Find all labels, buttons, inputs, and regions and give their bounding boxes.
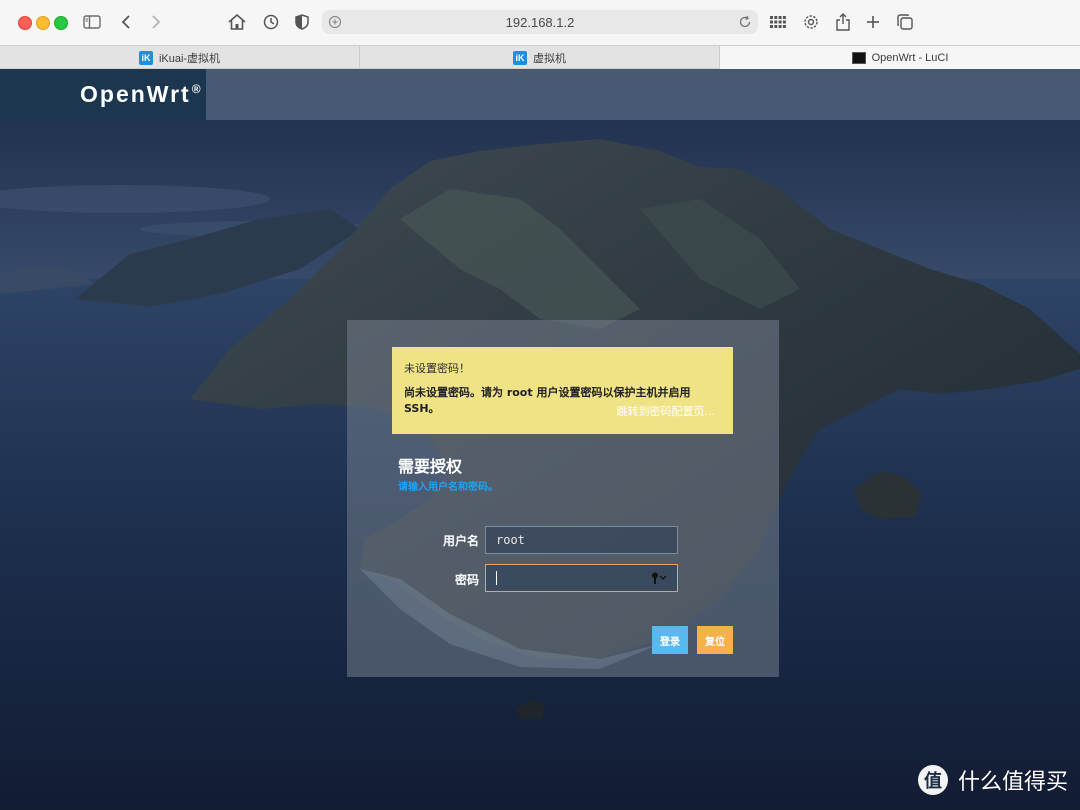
openwrt-brand[interactable]: OpenWrt® — [0, 69, 206, 120]
username-value: root — [496, 533, 525, 547]
registered-mark: ® — [191, 82, 203, 97]
username-label: 用户名 — [442, 534, 479, 548]
reload-icon[interactable] — [738, 15, 752, 32]
password-label: 密码 — [454, 573, 479, 587]
browser-toolbar: 192.168.1.2 — [0, 0, 1080, 45]
history-icon[interactable] — [259, 10, 283, 34]
sidebar-icon[interactable] — [80, 10, 104, 34]
settings-gear-icon[interactable] — [799, 10, 823, 34]
zoom-window-button[interactable] — [54, 16, 68, 30]
openwrt-icon — [851, 51, 866, 64]
password-autofill-key-icon[interactable] — [651, 571, 667, 585]
share-icon[interactable] — [831, 10, 855, 34]
auth-title: 需要授权 — [398, 457, 463, 476]
no-password-alert: 未设置密码！ 尚未设置密码。请为 root 用户设置密码以保护主机并启用 SSH… — [392, 347, 733, 434]
password-input[interactable] — [485, 564, 678, 592]
alert-title: 未设置密码！ — [404, 362, 470, 375]
login-panel: 未设置密码！ 尚未设置密码。请为 root 用户设置密码以保护主机并启用 SSH… — [347, 320, 779, 677]
ikuai-icon: iK — [138, 50, 153, 65]
openwrt-page: OpenWrt® 未设置密码！ 尚未设置密码。请为 root 用户设置密码以保护… — [0, 69, 1080, 810]
close-window-button[interactable] — [18, 16, 32, 30]
privacy-shield-icon[interactable] — [290, 10, 314, 34]
smzdm-logo-icon: 值 — [917, 765, 948, 795]
openwrt-header: OpenWrt® — [0, 69, 1080, 120]
login-button[interactable]: 登录 — [652, 626, 688, 654]
watermark-text: 什么值得买 — [957, 770, 1068, 795]
auth-hint: 请输入用户名和密码。 — [398, 482, 498, 493]
ikuai-icon: iK — [513, 50, 527, 65]
tab-openwrt-luci[interactable]: OpenWrt - LuCI — [720, 46, 1080, 69]
tab-ikuai-vm[interactable]: iK iKuai-虚拟机 — [0, 46, 360, 69]
site-info-icon[interactable] — [328, 15, 342, 32]
tab-overview-icon[interactable] — [893, 10, 917, 34]
smzdm-watermark: 值 什么值得买 — [917, 764, 1068, 796]
tab-label: 虚拟机 — [533, 52, 566, 65]
forward-icon[interactable] — [144, 10, 168, 34]
home-icon[interactable] — [225, 10, 249, 34]
extensions-grid-icon[interactable] — [766, 10, 790, 34]
tab-label: OpenWrt - LuCI — [871, 51, 949, 64]
new-tab-plus-icon[interactable] — [861, 10, 885, 34]
back-icon[interactable] — [114, 10, 138, 34]
reset-button[interactable]: 复位 — [697, 626, 733, 654]
tab-label: iKuai-虚拟机 — [158, 52, 221, 65]
address-text: 192.168.1.2 — [505, 14, 575, 30]
text-caret — [496, 571, 497, 585]
minimize-window-button[interactable] — [36, 16, 50, 30]
password-config-link[interactable]: 跳转到密码配置页... — [617, 403, 716, 419]
username-input[interactable]: root — [485, 526, 678, 554]
tab-bar: iK iKuai-虚拟机 iK 虚拟机 OpenWrt - LuCI — [0, 45, 1080, 69]
address-bar[interactable]: 192.168.1.2 — [322, 10, 758, 34]
brand-name: OpenWrt — [80, 81, 191, 107]
tab-vm[interactable]: iK 虚拟机 — [360, 46, 720, 69]
